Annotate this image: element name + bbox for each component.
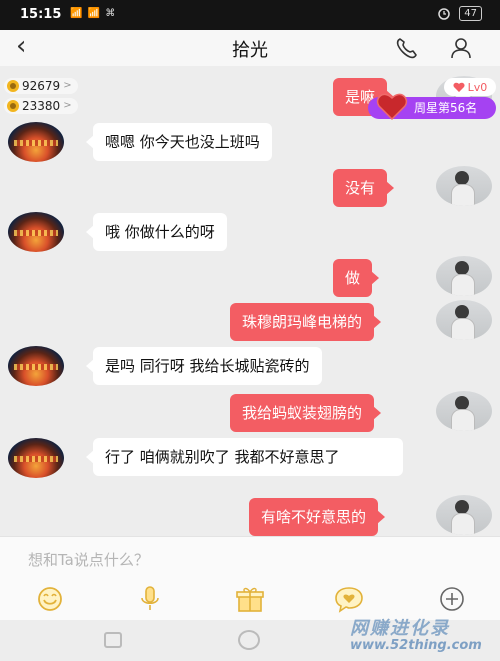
message-composer: 想和Ta说点什么？	[0, 536, 500, 620]
person-icon[interactable]	[449, 36, 473, 60]
avatar-self[interactable]	[436, 300, 492, 340]
watermark: 网赚进化录 www.52thing.com	[340, 612, 500, 661]
recent-apps-button[interactable]	[104, 632, 122, 648]
stat-value: 92679	[22, 79, 61, 93]
avatar-other[interactable]	[8, 438, 64, 478]
message-bubble-outgoing[interactable]: 没有	[333, 169, 395, 207]
level-badge[interactable]: Lv0	[444, 78, 496, 96]
avatar-self[interactable]	[436, 391, 492, 431]
microphone-icon[interactable]	[133, 585, 167, 613]
gift-icon[interactable]	[233, 585, 267, 613]
status-bar: 15:15 📶 📶 ⌘ 47	[0, 0, 500, 30]
rank-text: 周星第56名	[414, 101, 478, 115]
coin-icon	[7, 80, 19, 92]
watermark-url: www.52thing.com	[350, 638, 482, 653]
message-bubble-outgoing[interactable]: 我给蚂蚁装翅膀的	[230, 394, 382, 432]
message-bubble-incoming[interactable]: 是吗 同行呀 我给长城贴瓷砖的	[86, 347, 322, 385]
avatar-other[interactable]	[8, 122, 64, 162]
avatar-self[interactable]	[436, 495, 492, 535]
signal-icon: 📶 📶 ⌘	[70, 8, 117, 19]
emoji-icon[interactable]	[33, 585, 67, 613]
home-button[interactable]	[238, 630, 260, 650]
avatar-other[interactable]	[8, 212, 64, 252]
status-time: 15:15	[20, 7, 62, 22]
rank-badge[interactable]: 周星第56名	[368, 93, 496, 121]
status-right: 47	[437, 6, 482, 21]
battery-indicator: 47	[459, 6, 482, 21]
chevron-right-icon: >	[63, 100, 72, 111]
alarm-icon	[438, 7, 451, 20]
level-text: Lv0	[467, 80, 488, 94]
avatar-self[interactable]	[436, 166, 492, 206]
page-title: 拾光	[232, 40, 268, 61]
phone-icon[interactable]	[394, 36, 420, 60]
message-bubble-outgoing[interactable]: 有啥不好意思的	[249, 498, 386, 536]
chat-header: ‹ 拾光	[0, 30, 500, 66]
message-bubble-incoming[interactable]: 行了 咱俩就别吹了 我都不好意思了	[86, 438, 403, 476]
message-bubble-outgoing[interactable]: 做	[333, 259, 380, 297]
message-bubble-outgoing[interactable]: 珠穆朗玛峰电梯的	[230, 303, 382, 341]
avatar-other[interactable]	[8, 346, 64, 386]
avatar-self[interactable]	[436, 256, 492, 296]
message-bubble-incoming[interactable]: 哦 你做什么的呀	[86, 213, 227, 251]
message-bubble-incoming[interactable]: 嗯嗯 你今天也没上班吗	[86, 123, 272, 161]
stat-value: 23380	[22, 99, 61, 113]
message-input[interactable]: 想和Ta说点什么？	[28, 549, 149, 570]
stat-coins-1[interactable]: 92679 >	[4, 78, 78, 94]
chevron-right-icon: >	[63, 80, 72, 91]
heart-icon	[376, 93, 408, 121]
stat-coins-2[interactable]: 23380 >	[4, 98, 78, 114]
plus-icon[interactable]	[435, 585, 469, 613]
watermark-title: 网赚进化录	[350, 618, 450, 639]
chat-area[interactable]: 92679 > 23380 > 是嘛 Lv0 周星第56名 嗯嗯 你今天也没上班…	[0, 66, 500, 536]
coin-icon	[7, 100, 19, 112]
heart-icon	[453, 82, 465, 92]
heart-chat-icon[interactable]	[332, 585, 366, 613]
